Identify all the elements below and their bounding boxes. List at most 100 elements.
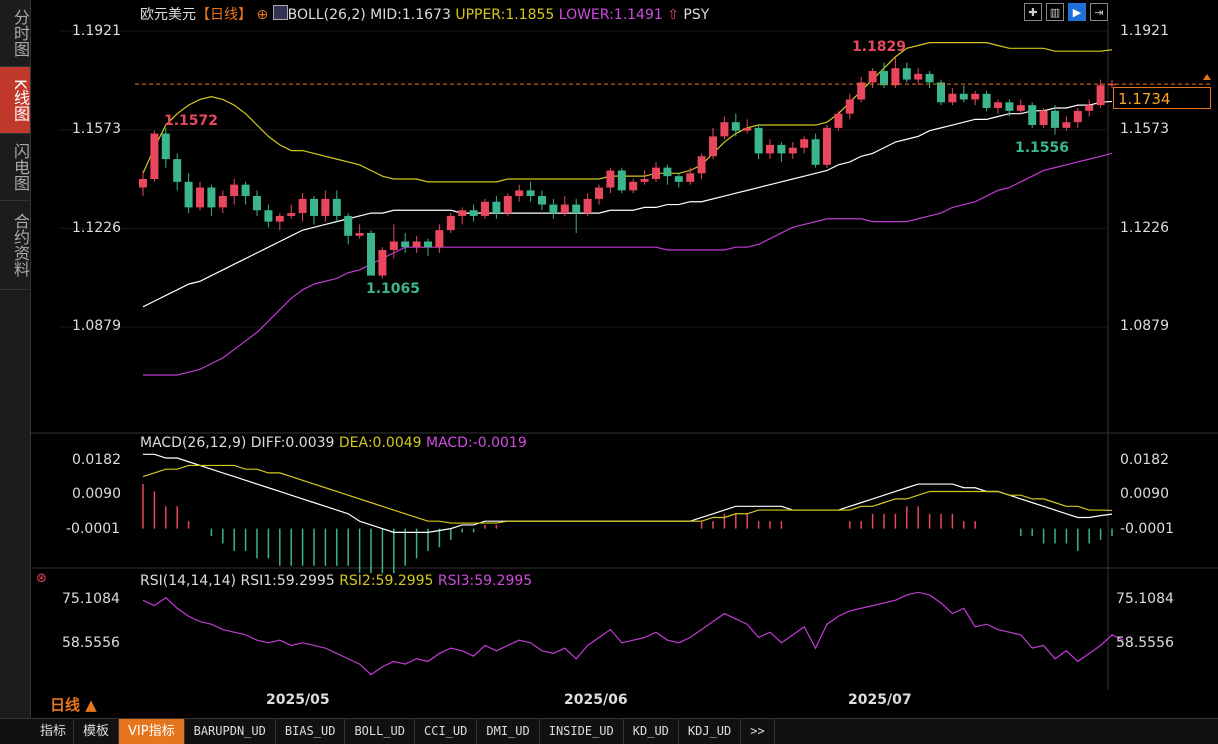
tab-bias[interactable]: BIAS_UD [276,719,346,744]
tab-cci[interactable]: CCI_UD [415,719,478,744]
candle [332,198,341,216]
macd-axis-label: 0.0182 [1120,452,1169,468]
candle [503,196,512,214]
rsi1-value: RSI1:59.2995 [240,573,335,589]
candle [754,127,763,154]
current-price-box: 1.1734 [1113,87,1211,109]
candle [298,198,307,214]
candle [823,127,831,165]
candle [310,198,318,216]
right-price-label: 1.0879 [1120,318,1169,334]
candle [583,198,592,214]
candle [640,179,649,182]
rsi-axis-label: 58.5556 [1116,635,1174,651]
last-price-marker [1203,74,1211,80]
candle [538,196,546,205]
candle [469,210,478,216]
candle [880,71,888,86]
candle [800,139,809,148]
candle [173,159,182,182]
candle [401,241,410,248]
tab-boll[interactable]: BOLL_UD [345,719,416,744]
candle [777,144,786,154]
candle [686,173,695,182]
low-annotation: 1.1556 [1015,140,1070,156]
tab-dmi[interactable]: DMI_UD [477,719,540,744]
candle [868,71,877,83]
candlesticks [139,57,1116,279]
left-price-label: 1.1921 [72,23,121,39]
boll-lower-line [143,152,1113,376]
candle [1085,105,1094,111]
tab-vip-indicators[interactable]: VIP指标 [119,719,185,744]
candle [515,190,524,197]
candle [389,241,398,251]
candle [617,170,626,191]
boll-upper-line [142,42,1113,183]
candle [435,230,444,248]
candle [766,144,774,154]
left-price-label: 1.0879 [72,318,121,334]
rsi2-value: RSI2:59.2995 [339,573,434,589]
candle [857,82,866,100]
high-annotation: 1.1572 [164,113,219,129]
candle [560,204,569,214]
candle [971,93,980,100]
tab-indicators[interactable]: 指标 [0,719,75,744]
rsi3-value: RSI3:59.2995 [437,573,533,589]
macd-axis-label: -0.0001 [66,521,121,537]
candle [731,122,740,131]
candle [948,93,957,103]
right-price-label: 1.1226 [1120,220,1169,236]
tab-more[interactable]: >> [741,719,775,744]
rsi-axis-label: 75.1084 [1116,591,1174,607]
candle [367,232,375,276]
date-label: 2025/05 [266,692,330,708]
candle [709,136,717,157]
candle [481,201,489,216]
candle [344,215,353,236]
tab-inside[interactable]: INSIDE_UD [540,719,624,744]
candle [1051,110,1059,128]
rsi-line [142,591,1124,676]
period-selector[interactable]: 日线 ▲ [50,694,97,715]
candle [674,176,683,182]
candle [959,93,968,100]
macd-axis-label: 0.0090 [1120,486,1169,502]
date-label: 2025/06 [564,692,628,708]
tab-templates[interactable]: 模板 [74,719,120,744]
macd-diff: DIFF:0.0039 [250,435,335,451]
candle [595,187,603,199]
rsi-title: RSI(14,14,14) [140,573,237,589]
candle [264,210,273,222]
candle [652,167,660,179]
candle [1073,110,1082,123]
price-chart[interactable] [0,0,1218,718]
candle [412,241,421,248]
candle [207,187,216,208]
tab-kdj[interactable]: KDJ_UD [679,719,742,744]
rsi-header: RSI(14,14,14) RSI1:59.2995 RSI2:59.2995 … [140,573,532,589]
candle [218,196,227,208]
low-annotation: 1.1065 [366,281,421,297]
candle [184,181,193,208]
right-price-label: 1.1573 [1120,121,1169,137]
candle [663,167,672,177]
candle [526,190,535,197]
candle [424,241,432,248]
tab-barupdn[interactable]: BARUPDN_UD [185,719,276,744]
macd-title: MACD(26,12,9) [140,435,247,451]
candle [446,215,455,231]
candle [458,210,467,216]
macd-value: MACD:-0.0019 [426,435,527,451]
target-icon[interactable]: ⊛ [36,571,47,586]
date-label: 2025/07 [848,692,912,708]
candle [891,68,900,86]
candle [572,204,581,214]
candle [378,250,387,276]
macd-dea: DEA:0.0049 [338,435,422,451]
candle [549,204,558,214]
candle [1096,85,1105,106]
tab-kd[interactable]: KD_UD [624,719,679,744]
candle [321,198,330,216]
